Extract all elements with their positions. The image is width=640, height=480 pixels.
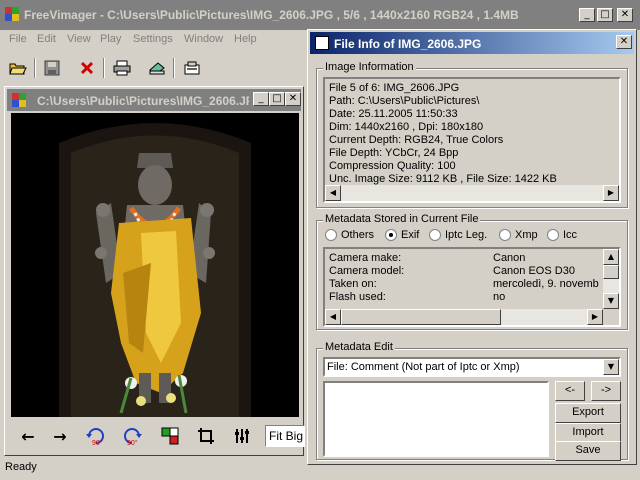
- prev-metadata-button[interactable]: <-: [555, 381, 585, 401]
- scroll-thumb[interactable]: [603, 265, 619, 279]
- open-folder-icon[interactable]: [6, 56, 30, 80]
- export-button[interactable]: Export: [555, 403, 621, 423]
- metadata-list[interactable]: Camera make: Canon Camera model: Canon E…: [323, 247, 621, 327]
- statue-photo: [11, 113, 299, 417]
- menu-settings[interactable]: Settings: [133, 33, 173, 45]
- file-info-title-bar: File Info of IMG_2606.JPG ✕: [310, 32, 634, 54]
- dialog-icon: [315, 36, 329, 50]
- meta-key: Camera make:: [329, 252, 402, 264]
- metadata-edit-group: Metadata Edit File: Comment (Not part of…: [316, 341, 628, 461]
- image-window-title: C:\Users\Public\Pictures\IMG_2606.JPG: [37, 94, 249, 108]
- fit-mode-select[interactable]: Fit Big: [265, 425, 305, 447]
- image-window-title-bar: C:\Users\Public\Pictures\IMG_2606.JPG _ …: [7, 89, 301, 111]
- info-line: Current Depth: RGB24, True Colors: [329, 134, 504, 146]
- image-information-group: Image Information File 5 of 6: IMG_2606.…: [316, 61, 628, 208]
- file-info-title: File Info of IMG_2606.JPG: [334, 37, 482, 51]
- chevron-down-icon[interactable]: ▼: [603, 359, 619, 375]
- delete-icon[interactable]: [75, 56, 99, 80]
- menu-file[interactable]: File: [9, 33, 27, 45]
- scroll-right-icon[interactable]: ▶: [587, 309, 603, 325]
- meta-value: Canon: [493, 252, 526, 264]
- meta-key: Flash used:: [329, 291, 386, 303]
- menu-play[interactable]: Play: [100, 33, 121, 45]
- meta-key: Camera model:: [329, 265, 405, 277]
- image-window: C:\Users\Public\Pictures\IMG_2606.JPG _ …: [4, 86, 305, 456]
- meta-key: Taken on:: [329, 278, 377, 290]
- print-icon[interactable]: [110, 56, 134, 80]
- scroll-up-icon[interactable]: ▲: [603, 249, 619, 265]
- metadata-vscroll[interactable]: ▲ ▼: [603, 249, 619, 309]
- info-line: Unc. Image Size: 9112 KB , File Size: 14…: [329, 173, 557, 185]
- radio-others[interactable]: Others: [325, 229, 374, 241]
- image-information-label: Image Information: [323, 61, 416, 73]
- info-line: Compression Quality: 100: [329, 160, 456, 172]
- image-information-box[interactable]: File 5 of 6: IMG_2606.JPG Path: C:\Users…: [323, 77, 621, 203]
- save-button[interactable]: Save: [555, 441, 621, 461]
- info-line: Path: C:\Users\Public\Pictures\: [329, 95, 480, 107]
- menu-view[interactable]: View: [67, 33, 91, 45]
- color-icon[interactable]: [157, 423, 183, 449]
- horizontal-scrollbar[interactable]: ◀ ▶: [325, 185, 619, 201]
- status-text: Ready: [5, 461, 37, 473]
- metadata-field-select[interactable]: File: Comment (Not part of Iptc or Xmp) …: [323, 357, 621, 377]
- rotate-ccw-90-icon[interactable]: 90°: [83, 423, 109, 449]
- radio-iptc[interactable]: Iptc Leg.: [429, 229, 487, 241]
- app-title: FreeVimager - C:\Users\Public\Pictures\I…: [24, 8, 519, 22]
- scroll-thumb[interactable]: [341, 309, 501, 325]
- meta-value: mercoledì, 9. novemb: [493, 278, 599, 290]
- app-icon: [5, 7, 19, 21]
- metadata-label: Metadata Stored in Current File: [323, 213, 481, 225]
- child-close-button[interactable]: ✕: [285, 92, 301, 106]
- save-icon[interactable]: [40, 56, 64, 80]
- app-title-bar: FreeVimager - C:\Users\Public\Pictures\I…: [0, 0, 640, 30]
- info-line: File 5 of 6: IMG_2606.JPG: [329, 82, 460, 94]
- menu-help[interactable]: Help: [234, 33, 257, 45]
- scroll-left-icon[interactable]: ◀: [325, 309, 341, 325]
- maximize-button[interactable]: □: [597, 8, 613, 22]
- info-line: File Depth: YCbCr, 24 Bpp: [329, 147, 459, 159]
- import-button[interactable]: Import: [555, 423, 621, 443]
- svg-text:90°: 90°: [92, 439, 103, 447]
- levels-icon[interactable]: [229, 423, 255, 449]
- info-line: Dim: 1440x2160 , Dpi: 180x180: [329, 121, 484, 133]
- image-toolbar: ← → 90° 90° Fit Big: [11, 421, 305, 451]
- child-maximize-button[interactable]: □: [269, 92, 285, 106]
- close-button[interactable]: ✕: [617, 8, 633, 22]
- metadata-type-radios: Others Exif Iptc Leg. Xmp Icc: [317, 229, 627, 243]
- meta-value: no: [493, 291, 506, 303]
- scroll-down-icon[interactable]: ▼: [603, 293, 619, 309]
- menu-edit[interactable]: Edit: [37, 33, 56, 45]
- radio-xmp[interactable]: Xmp: [499, 229, 538, 241]
- metadata-hscroll[interactable]: ◀ ▶: [325, 309, 603, 325]
- scroll-right-icon[interactable]: ▶: [603, 185, 619, 201]
- photo-viewport[interactable]: [11, 113, 299, 417]
- svg-text:90°: 90°: [127, 439, 138, 447]
- next-metadata-button[interactable]: ->: [591, 381, 621, 401]
- rotate-cw-90-icon[interactable]: 90°: [119, 423, 145, 449]
- dialog-close-button[interactable]: ✕: [616, 35, 632, 49]
- crop-icon[interactable]: [193, 423, 219, 449]
- child-minimize-button[interactable]: _: [253, 92, 269, 106]
- tray-icon[interactable]: [180, 56, 204, 80]
- main-toolbar: [0, 54, 310, 82]
- image-window-icon: [12, 93, 26, 107]
- radio-exif[interactable]: Exif: [385, 229, 419, 241]
- menu-window[interactable]: Window: [184, 33, 223, 45]
- metadata-field-value: File: Comment (Not part of Iptc or Xmp): [327, 361, 520, 373]
- scan-icon[interactable]: [145, 56, 169, 80]
- meta-value: Canon EOS D30: [493, 265, 575, 277]
- file-info-dialog: File Info of IMG_2606.JPG ✕ Image Inform…: [307, 29, 637, 465]
- prev-arrow-icon[interactable]: ←: [15, 423, 41, 449]
- scroll-left-icon[interactable]: ◀: [325, 185, 341, 201]
- metadata-edit-textarea[interactable]: [323, 381, 549, 457]
- metadata-edit-label: Metadata Edit: [323, 341, 395, 353]
- radio-icc[interactable]: Icc: [547, 229, 577, 241]
- minimize-button[interactable]: _: [579, 8, 595, 22]
- metadata-group: Metadata Stored in Current File Others E…: [316, 213, 628, 330]
- next-arrow-icon[interactable]: →: [47, 423, 73, 449]
- info-line: Date: 25.11.2005 11:50:33: [329, 108, 458, 120]
